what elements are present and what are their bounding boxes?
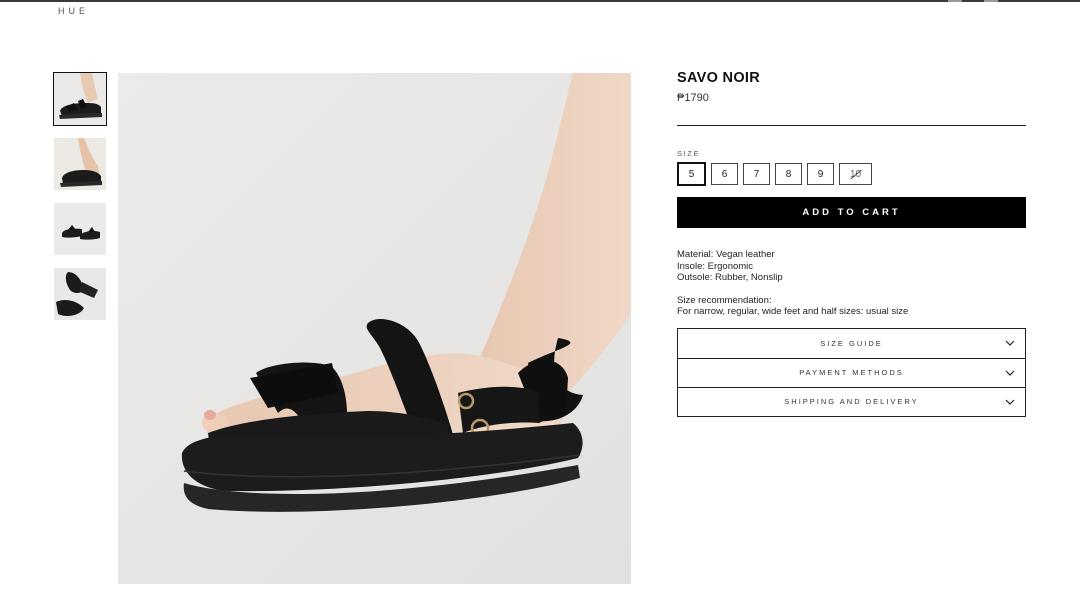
size-option-5[interactable]: 5 (677, 162, 706, 186)
thumbnail-list (53, 72, 108, 333)
divider (677, 125, 1026, 126)
size-option-10-sold-out[interactable]: 10 (839, 163, 872, 185)
thumbnail-1[interactable] (53, 72, 107, 126)
size-recommendation-heading: Size recommendation: (677, 294, 772, 306)
chevron-down-icon (1005, 370, 1015, 376)
size-option-8[interactable]: 8 (775, 163, 802, 185)
spec-insole: Insole: Ergonomic (677, 260, 754, 272)
accordion-payment-methods[interactable]: PAYMENT METHODS (678, 357, 1025, 387)
size-option-9[interactable]: 9 (807, 163, 834, 185)
cart-icon[interactable] (984, 0, 998, 2)
accordion-shipping-delivery[interactable]: SHIPPING AND DELIVERY (678, 386, 1025, 416)
brand-logo[interactable]: HUE (58, 6, 89, 16)
size-option-7[interactable]: 7 (743, 163, 770, 185)
accordion-size-guide[interactable]: SIZE GUIDE (678, 329, 1025, 358)
sandal-worn-thumbnail-image (54, 138, 106, 190)
info-accordion: SIZE GUIDE PAYMENT METHODS SHIPPING AND … (677, 327, 1026, 417)
product-title: SAVO NOIR (677, 70, 760, 86)
accordion-label: SIZE GUIDE (820, 338, 883, 348)
sandal-on-foot-image (118, 73, 631, 584)
product-specs: Material: Vegan leather Insole: Ergonomi… (677, 249, 1026, 284)
size-option-6[interactable]: 6 (711, 163, 738, 185)
spec-material: Material: Vegan leather (677, 249, 775, 260)
sandal-top-thumbnail-image (54, 268, 106, 320)
search-icon[interactable] (948, 0, 962, 2)
thumbnail-4[interactable] (54, 268, 106, 320)
top-border (0, 0, 1080, 2)
product-panel: SAVO NOIR ₱1790 SIZE 5 6 7 8 9 10 ADD TO… (677, 70, 1026, 417)
chevron-down-icon (1005, 399, 1015, 405)
chevron-down-icon (1005, 340, 1015, 346)
add-to-cart-button[interactable]: ADD TO CART (677, 197, 1026, 228)
accordion-label: SHIPPING AND DELIVERY (784, 397, 919, 406)
main-product-image[interactable] (118, 73, 631, 584)
header-icons (944, 0, 1024, 4)
thumbnail-3[interactable] (54, 203, 106, 255)
sandal-side-thumbnail-image (54, 73, 106, 125)
size-label: SIZE (677, 149, 701, 158)
thumbnail-2[interactable] (54, 138, 106, 190)
size-selector: 5 6 7 8 9 10 (677, 162, 1026, 186)
sandal-pair-thumbnail-image (54, 203, 106, 255)
product-price: ₱1790 (677, 92, 709, 104)
size-recommendation: Size recommendation: For narrow, regular… (677, 295, 1026, 318)
size-recommendation-text: For narrow, regular, wide feet and half … (677, 306, 909, 317)
spec-outsole: Outsole: Rubber, Nonslip (677, 272, 783, 283)
accordion-label: PAYMENT METHODS (799, 368, 904, 377)
